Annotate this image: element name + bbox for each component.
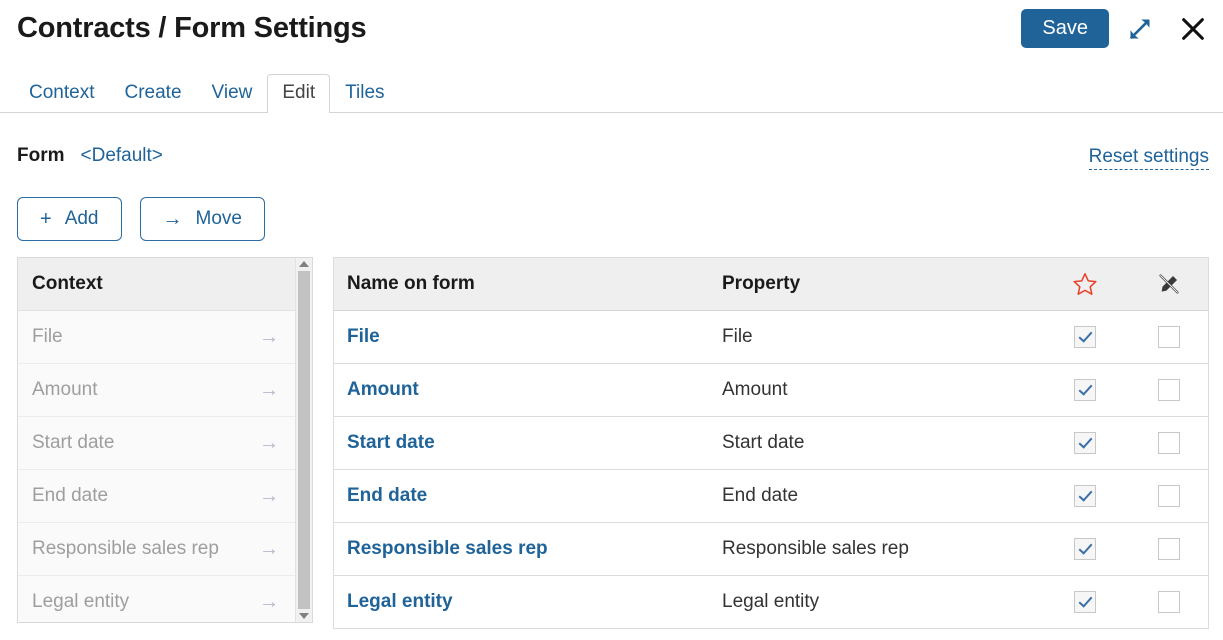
field-property: Legal entity [722,591,820,612]
add-button[interactable]: + Add [17,197,122,241]
context-panel-scrollbar[interactable] [295,258,312,622]
expand-diagonal-icon [1130,19,1150,39]
readonly-checkbox[interactable] [1158,379,1180,401]
add-label: Add [64,208,99,229]
context-item-label: File [32,326,63,347]
form-fields-table: Name on form Property File File Amount A… [333,257,1209,629]
column-header-name-on-form: Name on form [347,273,475,294]
arrow-right-icon: → [259,537,279,560]
readonly-checkbox[interactable] [1158,485,1180,507]
reset-settings-link[interactable]: Reset settings [1088,146,1209,170]
context-list-item[interactable]: Responsible sales rep → [18,523,295,576]
tab-create[interactable]: Create [109,74,196,113]
context-item-label: Responsible sales rep [32,538,219,559]
form-value-link[interactable]: <Default> [81,145,163,167]
context-list-item[interactable]: Legal entity → [18,576,295,622]
field-property: End date [722,485,799,506]
check-icon [1078,540,1092,555]
move-button[interactable]: → Move [139,197,265,241]
page-title: Contracts / Form Settings [17,12,367,44]
field-property: Start date [722,432,805,453]
arrow-right-icon: → [259,484,279,507]
plus-icon: + [40,208,52,230]
tab-edit[interactable]: Edit [267,74,331,113]
field-name-link[interactable]: Amount [347,379,419,400]
arrow-right-icon: → [259,431,279,454]
context-item-label: Legal entity [32,591,130,612]
close-icon [1182,17,1204,40]
context-list-item[interactable]: End date → [18,470,295,523]
check-icon [1078,593,1092,608]
form-label: Form [17,145,65,166]
field-property: Amount [722,379,788,400]
context-panel-header: Context [18,258,295,311]
required-checkbox[interactable] [1074,591,1096,613]
column-header-property: Property [722,273,801,294]
check-icon [1078,434,1092,449]
check-icon [1078,328,1092,343]
pencil-slash-icon [1159,274,1179,294]
tab-tiles[interactable]: Tiles [330,74,399,113]
scrollbar-thumb[interactable] [298,271,310,609]
tab-context[interactable]: Context [14,74,109,113]
readonly-checkbox[interactable] [1158,591,1180,613]
field-name-link[interactable]: Legal entity [347,591,453,612]
table-row[interactable]: Amount Amount [334,364,1208,417]
required-checkbox[interactable] [1074,538,1096,560]
required-checkbox[interactable] [1074,326,1096,348]
readonly-checkbox[interactable] [1158,326,1180,348]
table-row[interactable]: Start date Start date [334,417,1208,470]
arrow-right-icon: → [259,590,279,613]
expand-button[interactable] [1125,14,1155,44]
field-name-link[interactable]: Responsible sales rep [347,538,548,559]
context-panel: Context File → Amount → Start date → End… [17,257,313,623]
form-selector-row: Form <Default> [17,145,163,167]
arrow-right-icon: → [162,208,183,230]
field-property: File [722,326,753,347]
arrow-right-icon: → [259,378,279,401]
move-label: Move [195,208,242,229]
context-item-label: Amount [32,379,98,400]
column-header-readonly[interactable] [1130,271,1208,297]
tab-view[interactable]: View [197,74,268,113]
scroll-down-icon[interactable] [299,613,309,619]
table-row[interactable]: End date End date [334,470,1208,523]
table-header-row: Name on form Property [334,258,1208,311]
context-list-item[interactable]: File → [18,311,295,364]
action-button-row: + Add → Move [17,197,265,241]
header-actions: Save [1021,9,1209,48]
readonly-checkbox[interactable] [1158,538,1180,560]
table-row[interactable]: Responsible sales rep Responsible sales … [334,523,1208,576]
field-name-link[interactable]: Start date [347,432,435,453]
required-checkbox[interactable] [1074,485,1096,507]
required-checkbox[interactable] [1074,379,1096,401]
field-name-link[interactable]: End date [347,485,427,506]
required-checkbox[interactable] [1074,432,1096,454]
context-list: Context File → Amount → Start date → End… [18,258,295,622]
context-list-item[interactable]: Start date → [18,417,295,470]
context-list-item[interactable]: Amount → [18,364,295,417]
close-button[interactable] [1171,13,1209,45]
save-button[interactable]: Save [1021,9,1109,48]
check-icon [1078,381,1092,396]
field-property: Responsible sales rep [722,538,909,559]
arrow-right-icon: → [259,325,279,348]
star-outline-icon [1073,273,1097,295]
table-row[interactable]: File File [334,311,1208,364]
field-name-link[interactable]: File [347,326,380,347]
scroll-up-icon[interactable] [299,261,309,267]
context-item-label: Start date [32,432,115,453]
table-row[interactable]: Legal entity Legal entity [334,576,1208,629]
column-header-required[interactable] [1040,271,1130,297]
tab-bar: Context Create View Edit Tiles [0,70,1223,113]
readonly-checkbox[interactable] [1158,432,1180,454]
context-item-label: End date [32,485,109,506]
check-icon [1078,487,1092,502]
